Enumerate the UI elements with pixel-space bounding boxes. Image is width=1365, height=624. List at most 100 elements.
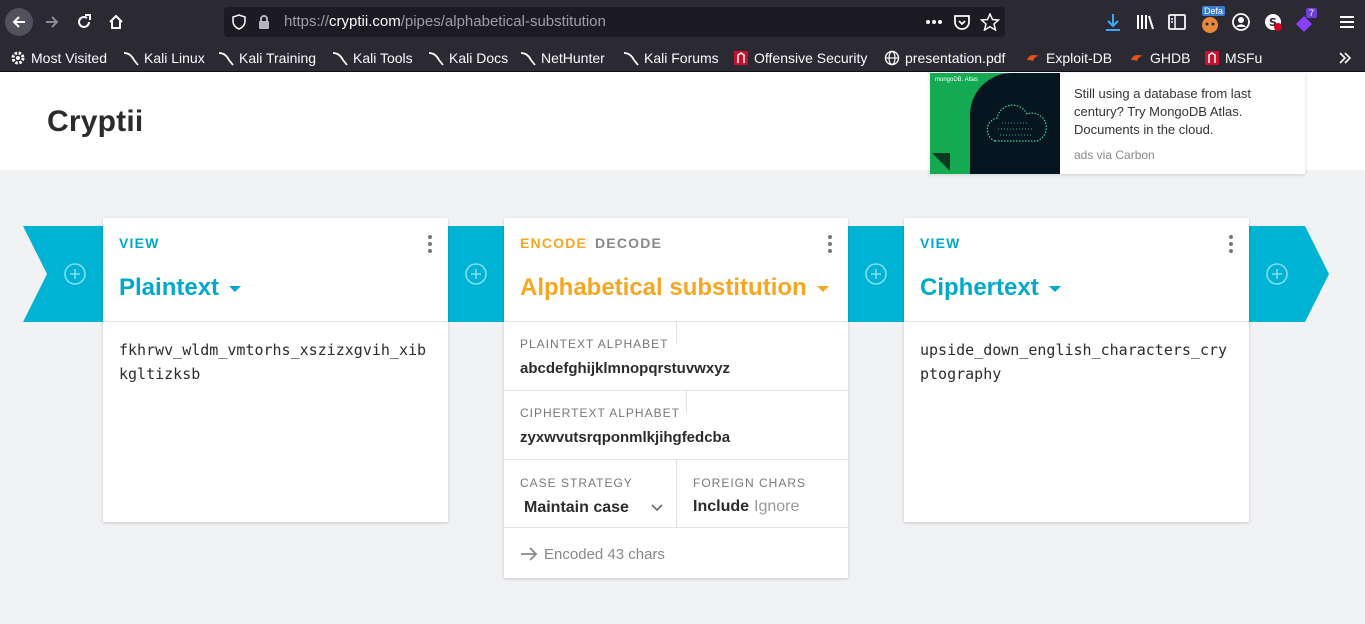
- ciphertext-alphabet-setting: CIPHERTEXT ALPHABET zyxwvutsrqponmlkjihg…: [504, 391, 848, 460]
- plaintext-textarea[interactable]: fkhrwv_wldm_vmtorhs_xszizxgvih_xibkgltiz…: [119, 338, 435, 386]
- offsec-icon: [733, 50, 749, 66]
- bookmark-nethunter[interactable]: NetHunter: [520, 48, 605, 68]
- reload-icon: [78, 14, 91, 28]
- bookmark-presentation-pdf[interactable]: presentation.pdf: [884, 48, 1005, 68]
- setting-label: CIPHERTEXT ALPHABET: [520, 406, 680, 420]
- carbon-ad[interactable]: mongoDB. Atlas Still using a database fr…: [930, 73, 1305, 174]
- decode-tab[interactable]: DECODE: [595, 235, 662, 251]
- bookmark-most-visited[interactable]: Most Visited: [10, 48, 107, 68]
- foreign-include-option[interactable]: Include: [693, 498, 749, 516]
- bookmark-kali-docs[interactable]: Kali Docs: [428, 48, 508, 68]
- bookmarks-bar: Most Visited Kali Linux Kali Training Ka…: [0, 44, 1365, 72]
- offsec-icon: [1204, 50, 1220, 66]
- kali-dragon-icon: [332, 50, 348, 66]
- foreign-ignore-option[interactable]: Ignore: [754, 498, 799, 516]
- bookmark-kali-linux[interactable]: Kali Linux: [123, 48, 205, 68]
- brick-title: Plaintext: [119, 274, 220, 301]
- menu-icon[interactable]: [1336, 11, 1358, 33]
- setting-label: FOREIGN CHARS: [693, 476, 807, 490]
- exploitdb-icon: [1129, 50, 1145, 66]
- caret-down-icon: [229, 286, 242, 292]
- extension-purple-button[interactable]: 7: [1293, 8, 1323, 36]
- more-options-icon[interactable]: [828, 235, 832, 253]
- brick-title-dropdown[interactable]: Alphabetical substitution: [520, 274, 829, 302]
- case-strategy-select[interactable]: Maintain case: [520, 496, 664, 520]
- plaintext-alphabet-input[interactable]: abcdefghijklmnopqrstuvwxyz: [520, 360, 730, 377]
- site-logo[interactable]: Cryptii: [47, 105, 143, 139]
- bookmark-kali-forums[interactable]: Kali Forums: [623, 48, 719, 68]
- ad-text[interactable]: Still using a database from last century…: [1074, 85, 1294, 139]
- account-icon[interactable]: [1230, 11, 1252, 33]
- caret-down-icon: [816, 286, 829, 292]
- status-line: Encoded 43 chars: [520, 544, 665, 564]
- setting-label: PLAINTEXT ALPHABET: [520, 337, 669, 351]
- home-icon: [109, 14, 123, 29]
- view-tab[interactable]: VIEW: [920, 235, 961, 251]
- back-button[interactable]: [5, 8, 33, 36]
- home-button[interactable]: [102, 8, 130, 36]
- sidebar-icon[interactable]: [1166, 11, 1188, 33]
- bookmark-msfu[interactable]: MSFu: [1204, 48, 1262, 68]
- add-brick-button[interactable]: [864, 262, 888, 286]
- encode-tab[interactable]: ENCODE: [520, 235, 587, 251]
- brick-header: VIEW Plaintext: [103, 218, 448, 322]
- add-brick-button[interactable]: [464, 262, 488, 286]
- more-options-icon[interactable]: [428, 235, 432, 253]
- exploitdb-icon: [1025, 50, 1041, 66]
- ciphertext-alphabet-input[interactable]: zyxwvutsrqponmlkjihgfedcba: [520, 429, 730, 446]
- substitution-brick: ENCODE DECODE Alphabetical substitution …: [504, 218, 848, 578]
- kali-dragon-icon: [428, 50, 444, 66]
- bookmark-kali-training[interactable]: Kali Training: [218, 48, 316, 68]
- pocket-icon[interactable]: [952, 13, 972, 31]
- caret-down-icon: [1048, 286, 1061, 292]
- gear-icon: [10, 50, 26, 66]
- status-text: Encoded 43 chars: [544, 545, 665, 563]
- bookmark-star-icon[interactable]: [980, 13, 1000, 31]
- kali-dragon-icon: [218, 50, 234, 66]
- more-options-icon[interactable]: [1229, 235, 1233, 253]
- globe-icon: [884, 50, 900, 66]
- arrow-right-icon: [46, 16, 59, 28]
- browser-toolbar: https://cryptii.com/pipes/alphabetical-s…: [0, 0, 1365, 44]
- plaintext-brick: VIEW Plaintext fkhrwv_wldm_vmtorhs_xsziz…: [103, 218, 448, 522]
- bookmark-offensive-security[interactable]: Offensive Security: [733, 48, 867, 68]
- setting-label: CASE STRATEGY: [520, 476, 633, 490]
- bookmark-exploit-db[interactable]: Exploit-DB: [1025, 48, 1112, 68]
- ciphertext-textarea[interactable]: upside_down_english_characters_cryptogra…: [920, 338, 1236, 386]
- view-tab[interactable]: VIEW: [119, 235, 160, 251]
- brick-title-dropdown[interactable]: Ciphertext: [920, 274, 1061, 302]
- brick-header: ENCODE DECODE Alphabetical substitution: [504, 218, 848, 322]
- add-brick-button[interactable]: [1265, 262, 1289, 286]
- url-bar[interactable]: https://cryptii.com/pipes/alphabetical-s…: [224, 7, 1005, 37]
- ad-brand: mongoDB. Atlas: [935, 77, 979, 83]
- kali-dragon-icon: [623, 50, 639, 66]
- shield-icon[interactable]: [231, 14, 247, 30]
- noscript-icon[interactable]: S: [1262, 11, 1284, 33]
- arrow-left-icon: [12, 16, 25, 28]
- chevron-double-right-icon[interactable]: [1337, 50, 1353, 66]
- brick-title-dropdown[interactable]: Plaintext: [119, 274, 242, 302]
- case-strategy-value: Maintain case: [524, 499, 629, 516]
- add-brick-button[interactable]: [63, 262, 87, 286]
- brick-title: Alphabetical substitution: [520, 274, 807, 301]
- forward-button[interactable]: [38, 8, 66, 36]
- pipe-end-arrow: [1249, 226, 1329, 322]
- ciphertext-brick: VIEW Ciphertext upside_down_english_char…: [904, 218, 1249, 522]
- download-icon[interactable]: [1102, 11, 1124, 33]
- lock-icon[interactable]: [257, 14, 271, 30]
- extension-fox-button[interactable]: Defa: [1199, 6, 1226, 34]
- extension-badge: Defa: [1202, 6, 1226, 16]
- ad-image[interactable]: mongoDB. Atlas: [930, 73, 1060, 174]
- reload-button[interactable]: [70, 8, 98, 36]
- url-text[interactable]: https://cryptii.com/pipes/alphabetical-s…: [284, 13, 606, 30]
- ad-via-link[interactable]: ads via Carbon: [1074, 148, 1155, 162]
- bookmark-ghdb[interactable]: GHDB: [1129, 48, 1190, 68]
- kali-dragon-icon: [123, 50, 139, 66]
- page-actions-icon[interactable]: [924, 13, 944, 31]
- bookmark-kali-tools[interactable]: Kali Tools: [332, 48, 413, 68]
- kali-dragon-icon: [520, 50, 536, 66]
- library-icon[interactable]: [1134, 11, 1156, 33]
- options-row: CASE STRATEGY Maintain case FOREIGN CHAR…: [504, 460, 848, 528]
- arrow-right-icon: [521, 547, 538, 561]
- brick-title: Ciphertext: [920, 274, 1039, 301]
